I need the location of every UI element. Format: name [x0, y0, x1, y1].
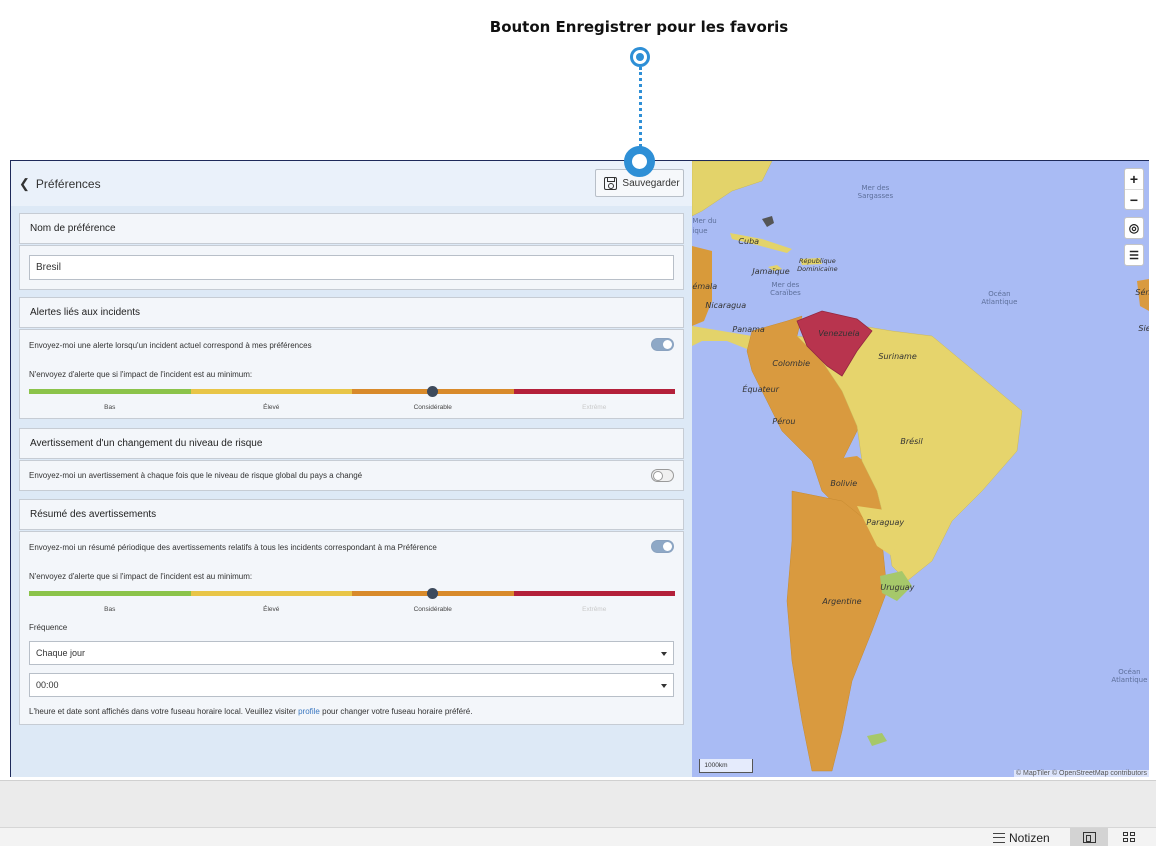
- map-label-venezuela: Venezuela: [818, 329, 860, 338]
- map-label-ecuador: Équateur: [742, 385, 779, 394]
- level-label-high: Élevé: [263, 404, 280, 411]
- back-button[interactable]: ❮ Préférences: [19, 176, 101, 192]
- level-label-low: Bas: [104, 606, 116, 613]
- screen: Bouton Enregistrer pour les favoris ❮ Pr…: [0, 0, 1156, 846]
- preferences-panel: ❮ Préférences Sauvegarder Nom de préfére…: [11, 161, 693, 777]
- zoom-in-button[interactable]: +: [1125, 169, 1143, 189]
- map-label-sargasso-sea: Mer des Sargasses: [857, 184, 894, 200]
- caret-down-icon: [661, 652, 667, 656]
- slide-sorter-icon: [1122, 832, 1136, 843]
- map-label-paraguay: Paraguay: [866, 518, 905, 527]
- annotation-target-ring: [624, 146, 655, 177]
- summary-impact-slider[interactable]: [29, 591, 675, 596]
- notes-label: Notizen: [1009, 831, 1050, 845]
- map-label-peru: Pérou: [772, 417, 796, 426]
- section-body-summary: Envoyez-moi un résumé périodique des ave…: [19, 531, 684, 725]
- summary-impact-slider-handle[interactable]: [427, 588, 438, 599]
- timezone-note-text-end: pour changer votre fuseau horaire préfér…: [319, 707, 473, 716]
- map-label-senegal: Sénég: [1135, 288, 1149, 297]
- risk-change-toggle[interactable]: [651, 469, 674, 482]
- level-label-considerable: Considérable: [413, 404, 452, 411]
- locate-icon[interactable]: ◎: [1125, 218, 1143, 238]
- incident-alert-toggle-label: Envoyez-moi une alerte lorsqu'un inciden…: [29, 341, 312, 350]
- map-label-caribbean-sea: Mer des Caraïbes: [770, 281, 801, 297]
- map-label-uruguay: Uruguay: [880, 583, 915, 592]
- map-label-edge-2: ique: [692, 227, 708, 235]
- preferences-header: ❮ Préférences Sauvegarder: [11, 161, 693, 206]
- summary-toggle[interactable]: [651, 540, 674, 553]
- incident-alert-toggle[interactable]: [651, 338, 674, 351]
- summary-impact-levels: Bas Élevé Considérable Extrême: [29, 606, 675, 613]
- slide-sorter-view-button[interactable]: [1110, 828, 1148, 846]
- level-label-extreme: Extrême: [582, 606, 607, 613]
- map-label-nicaragua: Nicaragua: [705, 301, 747, 310]
- map-label-jamaica: Jamaïque: [752, 267, 790, 276]
- status-bar: Notizen: [0, 827, 1156, 846]
- layers-icon[interactable]: ☰: [1125, 245, 1143, 265]
- incident-impact-slider-handle[interactable]: [427, 386, 438, 397]
- section-body-risk-change: Envoyez-moi un avertissement à chaque fo…: [19, 460, 684, 491]
- save-icon: [604, 176, 618, 190]
- back-label: Préférences: [35, 176, 101, 191]
- frequency-label: Fréquence: [29, 623, 68, 632]
- frequency-select[interactable]: Chaque jour: [29, 641, 674, 665]
- section-body-preference-name: Bresil: [19, 245, 684, 290]
- map-attribution[interactable]: © MapTiler © OpenStreetMap contributors: [1013, 770, 1149, 777]
- chevron-left-icon: ❮: [19, 175, 30, 191]
- map-label-brazil: Brésil: [900, 437, 923, 446]
- timezone-note-text: L'heure et date sont affichés dans votre…: [29, 707, 299, 716]
- time-value: 00:00: [36, 680, 59, 690]
- preferences-window: ❮ Préférences Sauvegarder Nom de préfére…: [10, 160, 1149, 777]
- map-label-edge-3: émala: [692, 282, 718, 291]
- map-label-atlantic-ocean-south: Océan Atlantique: [1111, 668, 1148, 684]
- summary-threshold-label: N'envoyez d'alerte que si l'impact de l'…: [29, 572, 253, 581]
- section-body-incident-alerts: Envoyez-moi une alerte lorsqu'un inciden…: [19, 329, 684, 419]
- locate-control: ◎: [1124, 217, 1144, 239]
- incident-impact-slider[interactable]: [29, 389, 675, 394]
- map-label-atlantic-ocean: Océan Atlantique: [981, 290, 1018, 306]
- zoom-controls: + −: [1124, 168, 1144, 210]
- level-label-extreme: Extrême: [582, 404, 607, 411]
- risk-change-toggle-label: Envoyez-moi un avertissement à chaque fo…: [29, 471, 363, 480]
- annotation-title: Bouton Enregistrer pour les favoris: [489, 18, 789, 36]
- level-label-high: Élevé: [263, 606, 280, 613]
- map-label-cuba: Cuba: [738, 237, 760, 246]
- map-label-argentina: Argentine: [822, 597, 862, 606]
- save-label: Sauvegarder: [622, 177, 680, 189]
- map-label-panama: Panama: [732, 325, 765, 334]
- section-header-risk-change: Avertissement d'un changement du niveau …: [19, 428, 684, 459]
- normal-view-icon: [1082, 832, 1096, 843]
- zoom-out-button[interactable]: −: [1125, 189, 1143, 209]
- level-label-low: Bas: [104, 404, 116, 411]
- incident-threshold-label: N'envoyez d'alerte que si l'impact de l'…: [29, 370, 253, 379]
- annotation-connector: [639, 67, 642, 147]
- map-canvas: [692, 161, 1149, 772]
- annotation-marker: [630, 47, 650, 67]
- profile-link[interactable]: profile: [298, 707, 320, 716]
- map-label-suriname: Suriname: [878, 352, 917, 361]
- map-label-colombia: Colombie: [772, 359, 811, 368]
- notes-button[interactable]: Notizen: [993, 831, 1050, 845]
- section-header-incident-alerts: Alertes liés aux incidents: [19, 297, 684, 328]
- level-label-considerable: Considérable: [413, 606, 452, 613]
- map-label-edge-1: Mer du: [692, 217, 717, 225]
- incident-impact-levels: Bas Élevé Considérable Extrême: [29, 404, 675, 411]
- section-header-preference-name: Nom de préférence: [19, 213, 684, 244]
- normal-view-button[interactable]: [1070, 828, 1108, 846]
- notes-area: [0, 780, 1156, 827]
- layers-control: ☰: [1124, 244, 1144, 266]
- summary-toggle-label: Envoyez-moi un résumé périodique des ave…: [29, 543, 437, 552]
- risk-map[interactable]: + − ◎ ☰ Venezuela Colombie Équateur Péro…: [692, 161, 1149, 777]
- section-header-summary: Résumé des avertissements: [19, 499, 684, 530]
- map-label-dominican-republic: République Dominicaine: [797, 257, 838, 273]
- frequency-value: Chaque jour: [36, 648, 86, 658]
- map-label-edge-4: Sier: [1138, 324, 1149, 333]
- preference-name-input[interactable]: Bresil: [29, 255, 674, 280]
- time-select[interactable]: 00:00: [29, 673, 674, 697]
- map-label-bolivia: Bolivie: [830, 479, 858, 488]
- map-scale-bar: 1000km: [699, 759, 754, 773]
- caret-down-icon: [661, 684, 667, 688]
- timezone-note: L'heure et date sont affichés dans votre…: [29, 707, 472, 716]
- notes-icon: [993, 833, 1005, 843]
